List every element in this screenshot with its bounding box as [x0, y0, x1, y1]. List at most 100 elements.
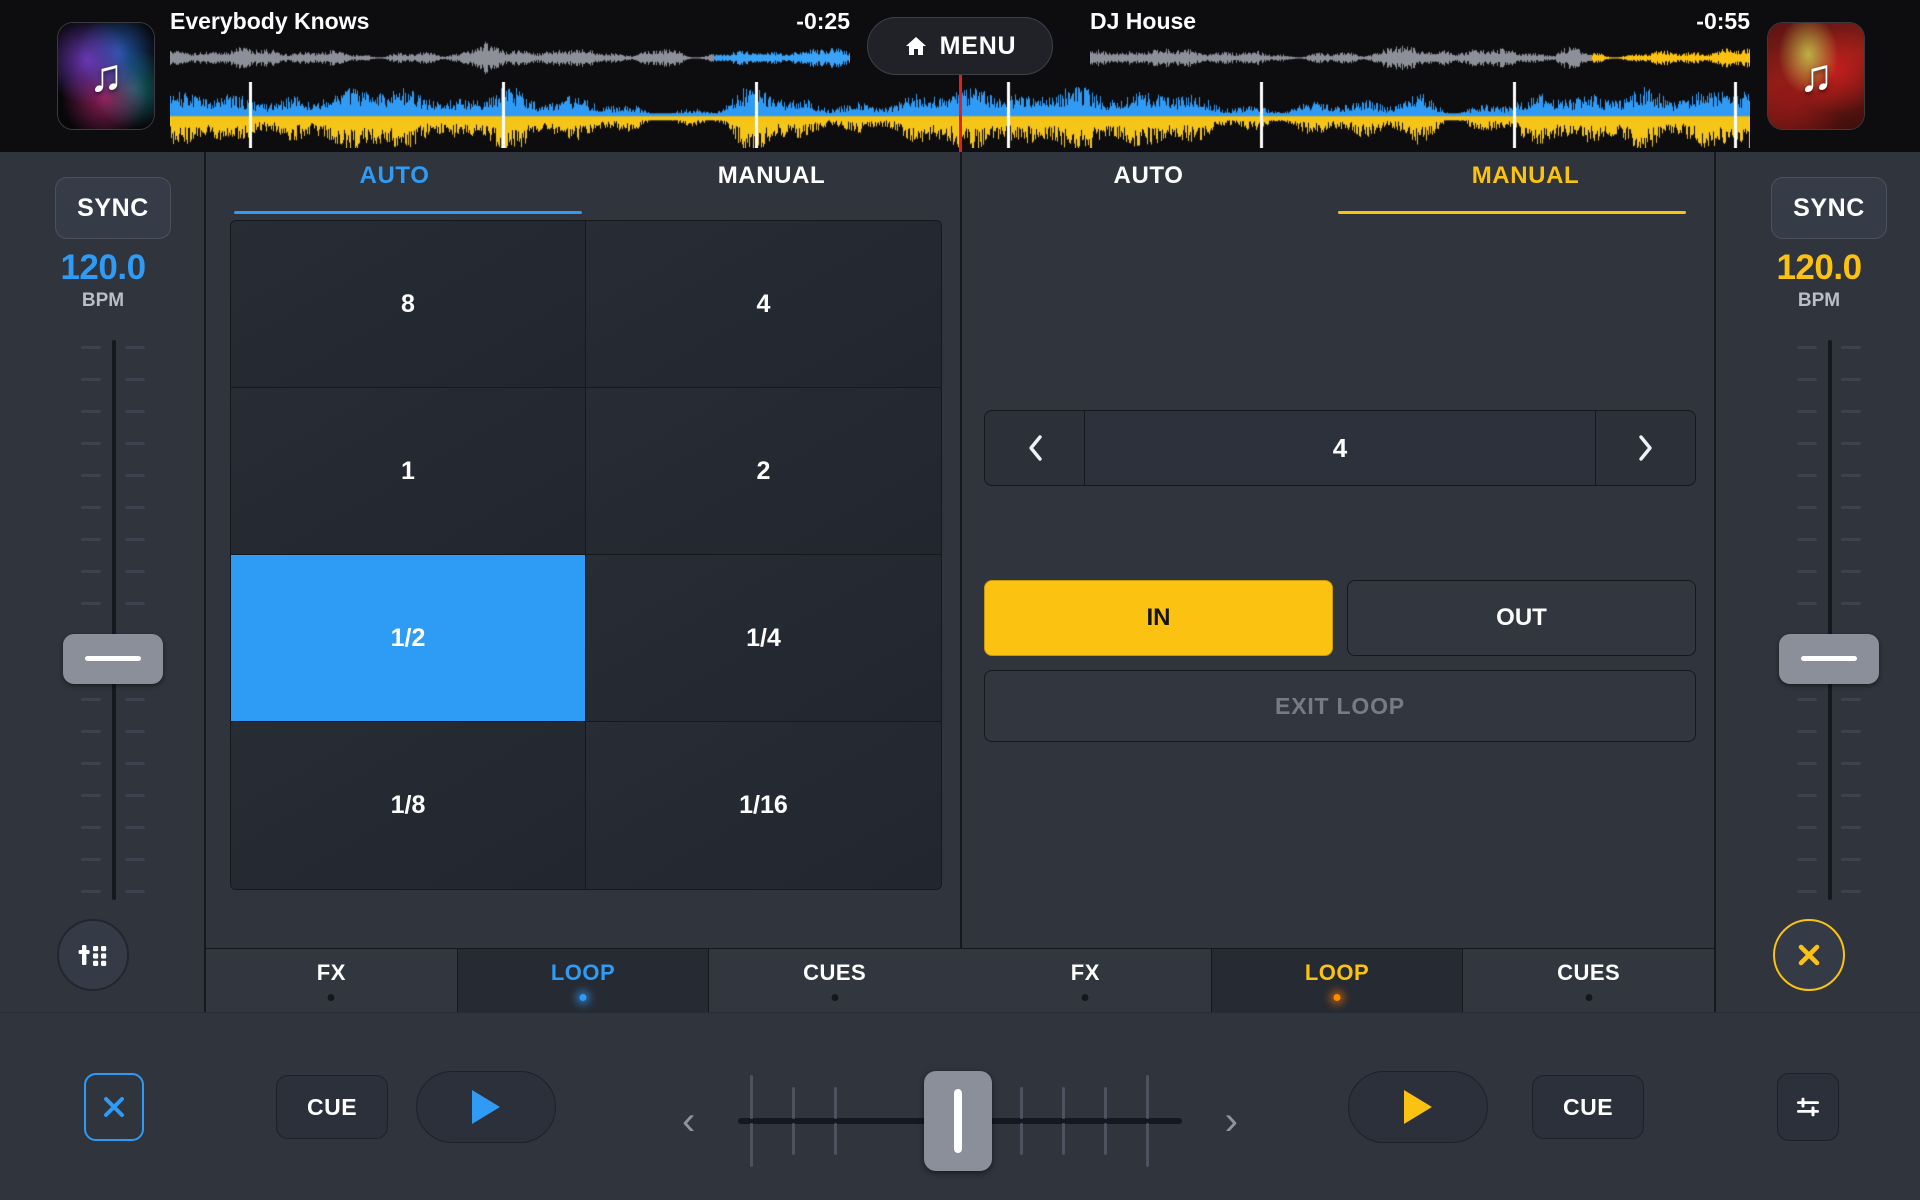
pitch-tick [125, 474, 145, 477]
pitch-track [112, 340, 116, 900]
tab-label: CUES [1557, 960, 1621, 985]
deck-a-pitch-fader[interactable] [55, 340, 171, 900]
loop-size-cell[interactable]: 1/16 [586, 722, 941, 889]
pitch-tick [1841, 474, 1861, 477]
mixer-pads-icon [78, 945, 107, 966]
deck-a-bpm-label: BPM [81, 290, 125, 311]
deck-b-close-button[interactable] [1773, 919, 1845, 991]
tab-indicator-dot [1081, 994, 1089, 1001]
pitch-tick [81, 730, 101, 733]
loop-size-cell[interactable]: 4 [586, 221, 941, 388]
loop-size-cell[interactable]: 2 [586, 388, 941, 555]
beat-decrement-button[interactable] [985, 411, 1085, 485]
tab-indicator-dot [831, 994, 839, 1001]
crossfader[interactable]: ‹ › [682, 1061, 1238, 1181]
crossfader-handle[interactable] [924, 1071, 992, 1171]
pitch-tick [1841, 730, 1861, 733]
music-note-icon: ♫ [88, 49, 124, 102]
tab-indicator-dot [579, 994, 587, 1001]
deck-a-loop-size-grid: 8 4 1 2 1/2 1/4 1/8 1/16 [230, 220, 942, 890]
deck-a-cue-button[interactable]: CUE [276, 1075, 388, 1139]
loop-size-cell[interactable]: 1 [231, 388, 586, 555]
pitch-tick [125, 442, 145, 445]
deck-a-tab-manual[interactable]: MANUAL [583, 152, 960, 214]
pitch-tick [125, 890, 145, 893]
loop-in-button[interactable]: IN [984, 580, 1333, 656]
exit-loop-button[interactable]: EXIT LOOP [984, 670, 1696, 742]
deck-b-beat-stepper: 4 [984, 410, 1696, 486]
crossfader-tick [1020, 1087, 1023, 1119]
deck-a-panel: AUTO MANUAL 8 4 1 2 1/2 1/4 1/8 1/16 FX [206, 152, 961, 1012]
loop-size-cell[interactable]: 1/8 [231, 722, 586, 889]
deck-a-rail: SYNC 120.0 BPM [0, 152, 206, 1012]
pitch-tick [81, 410, 101, 413]
pitch-tick [81, 890, 101, 893]
deck-a-tab-cues[interactable]: CUES [709, 949, 961, 1012]
deck-a-tab-auto[interactable]: AUTO [206, 152, 583, 214]
pitch-tick [125, 698, 145, 701]
pitch-fader-handle[interactable] [63, 634, 163, 684]
deck-b-tab-fx[interactable]: FX [960, 949, 1212, 1012]
loop-size-cell[interactable]: 8 [231, 221, 586, 388]
deck-a-sync-button[interactable]: SYNC [55, 177, 171, 239]
menu-button[interactable]: MENU [867, 17, 1053, 75]
deck-a-overview-waveform[interactable] [170, 34, 850, 80]
deck-b-overview-waveform[interactable] [1090, 34, 1750, 80]
pitch-tick [81, 442, 101, 445]
deck-b-artwork[interactable]: ♫ [1767, 22, 1865, 130]
pitch-tick [81, 538, 101, 541]
deck-b-play-button[interactable] [1348, 1071, 1488, 1143]
pitch-tick [1841, 442, 1861, 445]
loop-out-button[interactable]: OUT [1347, 580, 1696, 656]
loop-size-cell-selected[interactable]: 1/2 [231, 555, 586, 722]
pitch-tick [81, 474, 101, 477]
tab-label: FX [316, 960, 346, 985]
deck-a-track-title: Everybody Knows [170, 8, 370, 34]
deck-b-tab-manual[interactable]: MANUAL [1337, 152, 1714, 214]
deck-b-pitch-fader[interactable] [1771, 340, 1887, 900]
loop-size-cell[interactable]: 1/4 [586, 555, 941, 722]
pitch-tick [125, 826, 145, 829]
tab-label: LOOP [550, 960, 616, 985]
pitch-tick [1797, 506, 1817, 509]
crossfader-tick [1062, 1123, 1065, 1155]
crossfader-next-icon[interactable]: › [1225, 1099, 1238, 1143]
pitch-tick [1841, 762, 1861, 765]
pitch-tick [1797, 890, 1817, 893]
deck-a-play-button[interactable] [416, 1071, 556, 1143]
crossfader-tick [1104, 1087, 1107, 1119]
pitch-tick [1797, 698, 1817, 701]
deck-a-artwork[interactable]: ♫ [57, 22, 155, 130]
pitch-tick [1841, 794, 1861, 797]
sliders-icon [1797, 1097, 1819, 1117]
deck-b-cue-button[interactable]: CUE [1532, 1075, 1644, 1139]
dj-app-root: ♫ ♫ Everybody Knows -0:25 DJ House -0:55 [0, 0, 1920, 1200]
chevron-left-icon [1028, 435, 1042, 461]
crossfader-tick [792, 1087, 795, 1119]
pitch-tick [1797, 794, 1817, 797]
tab-indicator-dot [1585, 994, 1593, 1001]
beat-increment-button[interactable] [1595, 411, 1695, 485]
pitch-tick [81, 378, 101, 381]
deck-a-pads-button[interactable] [57, 919, 129, 991]
deck-b-panel-tabs: FX LOOP CUES [960, 948, 1715, 1012]
deck-a-time-remaining: -0:25 [796, 8, 850, 34]
pitch-tick [125, 378, 145, 381]
tab-label: LOOP [1304, 960, 1370, 985]
pitch-fader-handle[interactable] [1779, 634, 1879, 684]
pitch-tick [125, 762, 145, 765]
deck-b-tab-loop[interactable]: LOOP [1211, 949, 1464, 1012]
play-icon [1404, 1090, 1432, 1124]
crossfader-tick [1104, 1123, 1107, 1155]
deck-a-tab-fx[interactable]: FX [206, 949, 458, 1012]
mixer-settings-button[interactable] [1777, 1073, 1839, 1141]
deck-b-tab-cues[interactable]: CUES [1463, 949, 1715, 1012]
deck-b-bpm-label: BPM [1797, 290, 1841, 311]
deck-workspace: SYNC 120.0 BPM SYNC 120.0 BPM AUTO MANUA… [0, 152, 1920, 1012]
pitch-tick [1841, 826, 1861, 829]
deck-b-sync-button[interactable]: SYNC [1771, 177, 1887, 239]
crossfader-prev-icon[interactable]: ‹ [682, 1099, 695, 1143]
deck-a-eject-button[interactable] [84, 1073, 144, 1141]
deck-b-tab-auto[interactable]: AUTO [960, 152, 1337, 214]
deck-a-tab-loop[interactable]: LOOP [457, 949, 710, 1012]
